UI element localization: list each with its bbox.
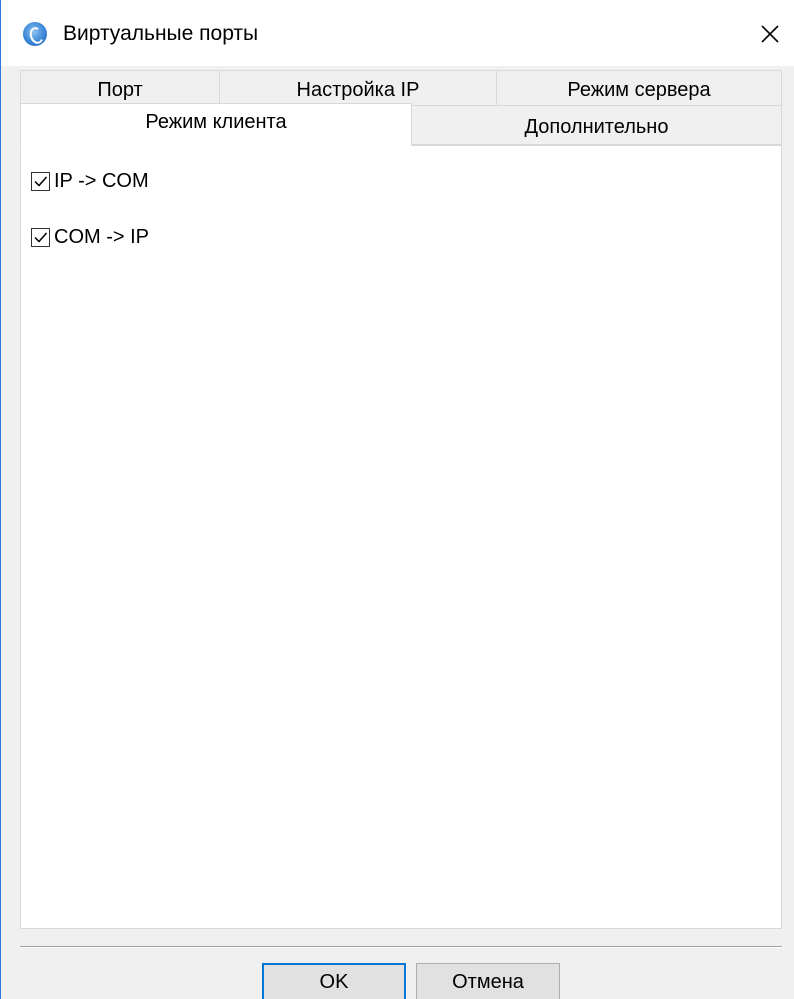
ok-button-label: OK bbox=[319, 971, 349, 993]
window-title: Виртуальные порты bbox=[63, 22, 259, 45]
cancel-button-label: Отмена bbox=[452, 971, 524, 993]
com-to-ip-checkbox-row[interactable]: COM -> IP bbox=[31, 225, 149, 249]
tab-server-mode-label: Режим сервера bbox=[567, 79, 711, 101]
checkmark-icon bbox=[34, 176, 48, 187]
ok-button[interactable]: OK bbox=[262, 963, 406, 999]
tab-ip-settings-label: Настройка IP bbox=[296, 79, 420, 101]
tab-content-panel: IP -> COM COM -> IP bbox=[20, 145, 782, 929]
ip-to-com-checkbox-row[interactable]: IP -> COM bbox=[31, 169, 149, 193]
dialog-window: Виртуальные порты Порт Настройка IP Режи… bbox=[0, 0, 794, 999]
close-icon bbox=[761, 25, 779, 43]
com-to-ip-label: COM -> IP bbox=[54, 226, 150, 248]
close-button[interactable] bbox=[747, 12, 793, 56]
tab-advanced[interactable]: Дополнительно bbox=[411, 105, 782, 145]
ip-to-com-label: IP -> COM bbox=[54, 170, 149, 192]
tab-advanced-label: Дополнительно bbox=[524, 116, 669, 138]
com-to-ip-checkbox[interactable] bbox=[31, 227, 50, 247]
tab-port[interactable]: Порт bbox=[20, 70, 220, 106]
checkmark-icon bbox=[34, 232, 48, 243]
title-bar[interactable]: Виртуальные порты bbox=[1, 0, 794, 66]
footer-separator bbox=[20, 946, 782, 948]
app-globe-icon bbox=[23, 22, 47, 46]
tab-server-mode[interactable]: Режим сервера bbox=[496, 70, 782, 106]
tab-client-mode-label: Режим клиента bbox=[145, 111, 287, 133]
tab-port-label: Порт bbox=[97, 79, 143, 101]
cancel-button[interactable]: Отмена bbox=[416, 963, 560, 999]
ip-to-com-checkbox[interactable] bbox=[31, 171, 50, 191]
tab-client-mode[interactable]: Режим клиента bbox=[20, 103, 412, 146]
tab-ip-settings[interactable]: Настройка IP bbox=[219, 70, 497, 106]
